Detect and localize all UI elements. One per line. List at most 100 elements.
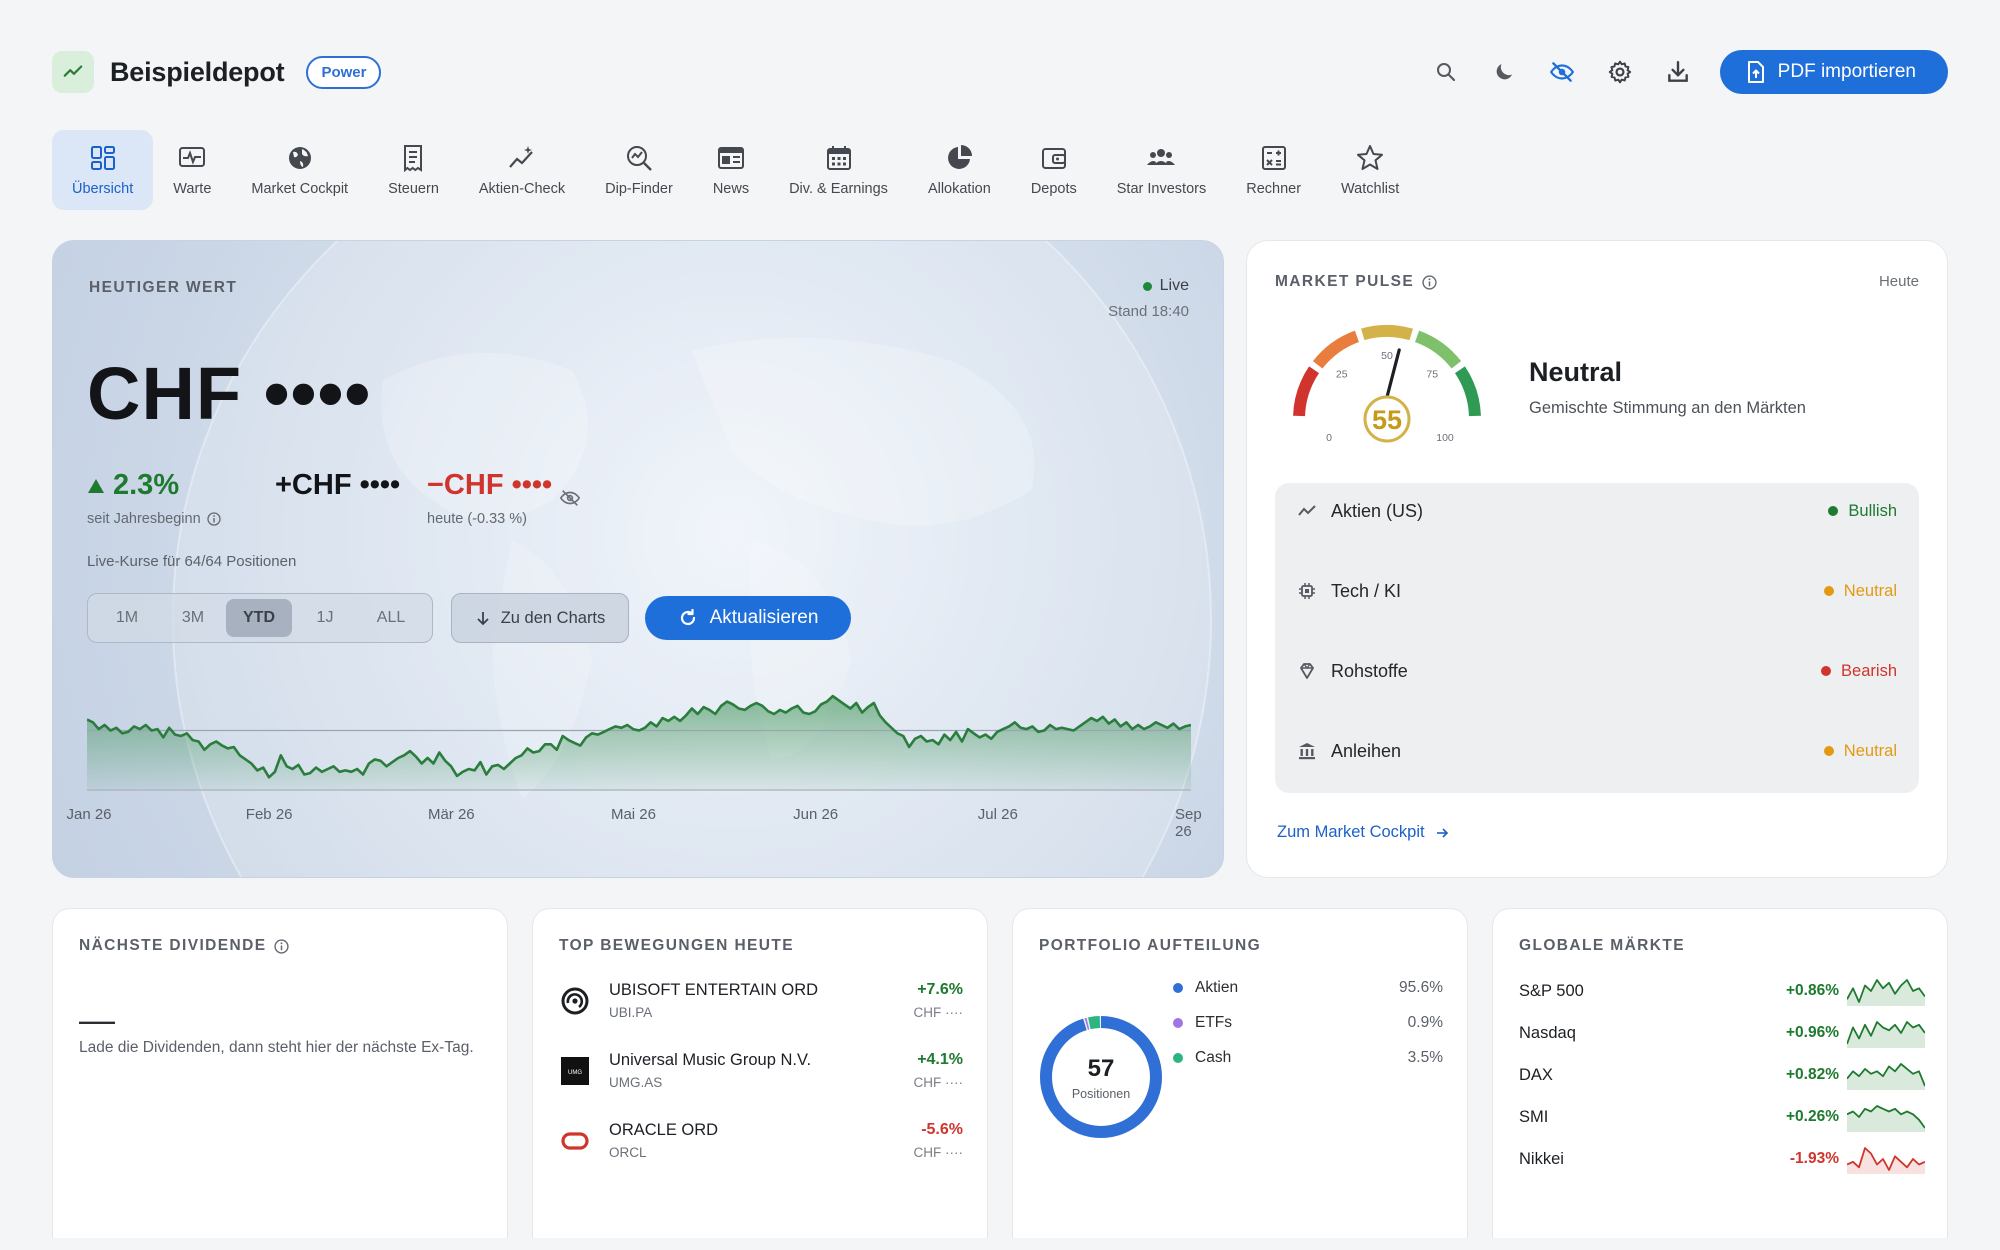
info-icon[interactable] [207, 512, 221, 526]
sector-row-anleihen[interactable]: Anleihen Neutral [1275, 731, 1919, 771]
nav-item-watchlist[interactable]: Watchlist [1321, 130, 1419, 210]
allocation-pct: 95.6% [1399, 979, 1443, 996]
gauge-tick-label: 100 [1436, 432, 1454, 444]
sparkline-chart [1847, 979, 1925, 1006]
market-change: -1.93% [1789, 1150, 1839, 1167]
x-tick-label: Jul 26 [977, 806, 1018, 823]
mover-row[interactable]: ORACLE ORD ORCL -5.6% CHF ···· [559, 1119, 963, 1169]
sector-name: Anleihen [1331, 740, 1402, 761]
app-logo-icon [52, 51, 94, 93]
market-row[interactable]: SMI +0.26% [1519, 1101, 1925, 1133]
portfolio-value-card: HEUTIGER WERT Live Stand 18:40 CHF •••• … [52, 240, 1224, 878]
sector-status-label: Bullish [1848, 501, 1897, 520]
mover-name: UBISOFT ENTERTAIN ORD [609, 981, 819, 999]
gear-icon[interactable] [1598, 50, 1642, 94]
market-row[interactable]: Nikkei -1.93% [1519, 1143, 1925, 1175]
refresh-button[interactable]: Aktualisieren [645, 596, 851, 640]
nav-item-star-investors[interactable]: Star Investors [1097, 130, 1226, 210]
x-tick-label: Sep 26 [1175, 806, 1202, 840]
sector-status: Bearish [1821, 662, 1897, 681]
sector-status-label: Neutral [1843, 741, 1897, 760]
pdf-import-button[interactable]: PDF importieren [1719, 50, 1948, 94]
live-quotes-note: Live-Kurse für 64/64 Positionen [87, 553, 297, 570]
nav-item-aktien-check[interactable]: Aktien-Check [459, 130, 585, 210]
nav-item-allokation[interactable]: Allokation [908, 130, 1011, 210]
calendar-icon [826, 146, 851, 170]
triangle-up-icon [88, 478, 104, 493]
mover-change: -5.6% [921, 1121, 963, 1138]
nav-item-rechner[interactable]: Rechner [1226, 130, 1321, 210]
nav-item-div-earnings[interactable]: Div. & Earnings [769, 130, 908, 210]
download-icon[interactable] [1656, 50, 1700, 94]
market-pulse-title: MARKET PULSE [1275, 273, 1437, 291]
market-row[interactable]: Nasdaq +0.96% [1519, 1017, 1925, 1049]
market-row[interactable]: DAX +0.82% [1519, 1059, 1925, 1091]
market-name: Nasdaq [1519, 1023, 1576, 1042]
newspaper-icon [717, 147, 744, 169]
mover-row[interactable]: UBISOFT ENTERTAIN ORD UBI.PA +7.6% CHF ···· [559, 979, 963, 1029]
info-icon[interactable] [274, 938, 290, 954]
range-ytd[interactable]: YTD [226, 599, 292, 637]
ytd-sub-label: seit Jahresbeginn [87, 511, 201, 527]
sector-row-rohstoffe[interactable]: Rohstoffe Bearish [1275, 651, 1919, 691]
refresh-icon [680, 608, 695, 626]
gauge-segment [1414, 330, 1462, 369]
portfolio-allocation-card: PORTFOLIO AUFTEILUNG 57 Positionen Aktie… [1012, 908, 1468, 1238]
nav-label: Rechner [1246, 181, 1302, 197]
eye-off-icon[interactable] [1540, 50, 1584, 94]
live-label: Live [1159, 277, 1189, 294]
charts-button[interactable]: Zu den Charts [451, 593, 629, 643]
main-navigation: Übersicht Warte Market Cockpit Steuern Aktie… [52, 130, 1419, 210]
portfolio-value: CHF •••• [87, 352, 372, 435]
status-dot-icon [1823, 586, 1834, 596]
market-change: +0.26% [1785, 1108, 1839, 1125]
sector-name: Rohstoffe [1331, 660, 1408, 681]
sector-row-tech-ki[interactable]: Tech / KI Neutral [1275, 571, 1919, 611]
market-row[interactable]: S&P 500 +0.86% [1519, 975, 1925, 1007]
search-icon[interactable] [1424, 50, 1468, 94]
range-1j[interactable]: 1J [292, 599, 358, 637]
mover-change: +4.1% [917, 1051, 963, 1068]
mover-value: CHF ···· [913, 1005, 963, 1020]
eye-off-small-icon[interactable] [559, 487, 581, 509]
range-all[interactable]: ALL [358, 599, 424, 637]
mover-row[interactable]: UMG Universal Music Group N.V. UMG.AS +4.1%… [559, 1049, 963, 1099]
allocation-title: PORTFOLIO AUFTEILUNG [1039, 937, 1262, 954]
allocation-row: Aktien 95.6% [1173, 977, 1443, 999]
nav-item-depots[interactable]: Depots [1011, 130, 1097, 210]
mover-ticker: UMG.AS [609, 1075, 663, 1090]
nav-item-steuern[interactable]: Steuern [368, 130, 459, 210]
sector-name: Aktien (US) [1331, 500, 1424, 521]
nav-item-übersicht[interactable]: Übersicht [52, 130, 154, 210]
info-icon[interactable] [1422, 274, 1437, 290]
star-icon [1357, 145, 1384, 170]
range-3m[interactable]: 3M [160, 599, 226, 637]
range-selector: 1M 3M YTD 1J ALL [87, 593, 433, 643]
legend-dot-icon [1173, 1018, 1183, 1028]
dashboard-icon [90, 146, 115, 170]
sector-status: Neutral [1823, 582, 1897, 601]
market-cockpit-link[interactable]: Zum Market Cockpit [1277, 823, 1449, 842]
hero-label: HEUTIGER WERT [89, 279, 238, 296]
chart-area [87, 696, 1191, 791]
market-pulse-card: MARKET PULSE Heute 0 25 50 75 100 55 Neutral … [1246, 240, 1948, 878]
range-1m[interactable]: 1M [94, 599, 160, 637]
nav-item-news[interactable]: News [693, 130, 769, 210]
sparkle-chart-icon [509, 146, 533, 168]
nav-item-dip-finder[interactable]: Dip-Finder [585, 130, 693, 210]
plan-badge[interactable]: Power [306, 55, 382, 89]
gauge-segment [1293, 366, 1320, 417]
global-markets-title: GLOBALE MÄRKTE [1519, 937, 1685, 954]
allocation-name: Aktien [1195, 979, 1239, 996]
portfolio-performance-chart[interactable] [87, 681, 1191, 791]
sector-row-aktien-us[interactable]: Aktien (US) Bullish [1275, 491, 1919, 531]
moon-icon[interactable] [1482, 50, 1526, 94]
calculator-icon [1261, 146, 1286, 170]
nav-item-market-cockpit[interactable]: Market Cockpit [231, 130, 368, 210]
sector-name: Tech / KI [1331, 580, 1402, 601]
pulse-period: Heute [1878, 273, 1919, 290]
x-tick-label: Feb 26 [245, 806, 293, 823]
nav-item-warte[interactable]: Warte [153, 130, 231, 210]
sparkline-chart [1847, 1105, 1925, 1132]
next-dividend-card: NÄCHSTE DIVIDENDE — Lade die Dividenden,… [52, 908, 508, 1238]
